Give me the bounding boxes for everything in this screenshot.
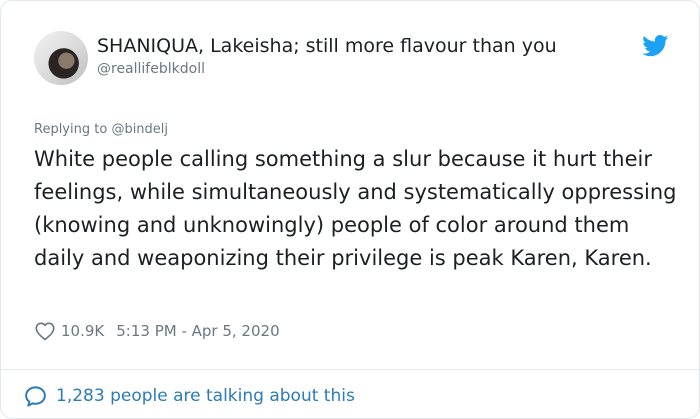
conversation-link-label: 1,283 people are talking about this: [56, 386, 355, 406]
heart-icon[interactable]: [34, 320, 56, 342]
like-count[interactable]: 10.9K: [61, 322, 104, 340]
conversation-link[interactable]: 1,283 people are talking about this: [23, 382, 355, 410]
embedded-tweet-card: SHANIQUA, Lakeisha; still more flavour t…: [0, 0, 700, 419]
twitter-bird-icon[interactable]: [642, 35, 669, 57]
comment-bubble-icon: [25, 385, 46, 407]
avatar[interactable]: [34, 31, 88, 85]
author-handle[interactable]: @reallifeblkdoll: [97, 59, 205, 79]
replying-to: Replying to @bindelj: [34, 120, 168, 140]
tweet-meta: 10.9K 5:13 PM - Apr 5, 2020: [34, 318, 280, 344]
replying-to-label: Replying to: [34, 122, 108, 137]
replying-to-handle[interactable]: @bindelj: [111, 122, 168, 137]
tweet-text: White people calling something a slur be…: [34, 147, 677, 270]
divider: [1, 369, 699, 370]
author-name[interactable]: SHANIQUA, Lakeisha; still more flavour t…: [97, 33, 557, 59]
tweet-timestamp[interactable]: 5:13 PM - Apr 5, 2020: [116, 322, 279, 340]
